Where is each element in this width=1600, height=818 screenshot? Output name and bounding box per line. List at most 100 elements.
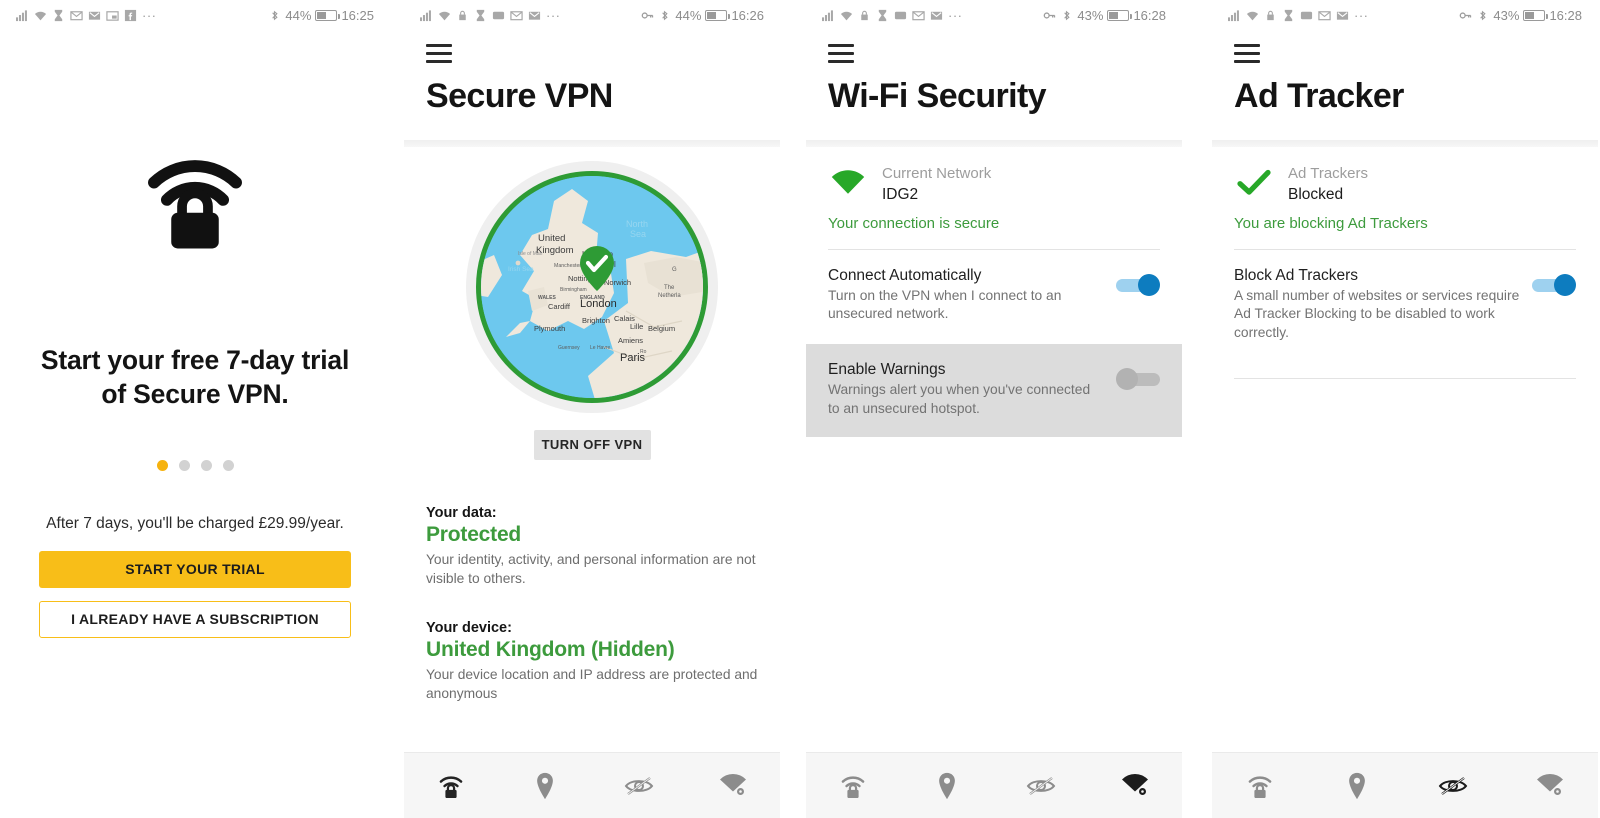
setting-desc: Turn on the VPN when I connect to an uns…: [828, 287, 1062, 322]
turn-off-vpn-button[interactable]: TURN OFF VPN: [533, 429, 651, 460]
svg-text:Netherla: Netherla: [658, 293, 681, 299]
your-device-desc: Your device location and IP address are …: [426, 666, 758, 701]
ad-trackers-label: Ad Trackers: [1288, 164, 1369, 182]
status-bar: ··· 44% 16:26: [404, 0, 780, 30]
mail-icon: [510, 9, 523, 22]
battery-percent: 43%: [1077, 7, 1104, 23]
header-divider: [806, 139, 1182, 147]
svg-text:Sea: Sea: [630, 229, 646, 239]
hourglass-icon: [474, 9, 487, 22]
battery-percent: 44%: [285, 7, 312, 23]
pager-dot-2[interactable]: [178, 459, 190, 471]
wifi-signal-icon: [828, 163, 868, 203]
setting-block-ad-trackers[interactable]: Block Ad Trackers A small number of webs…: [1212, 250, 1598, 361]
nav-location[interactable]: [1309, 772, 1406, 800]
vpn-lock-icon: [858, 9, 871, 22]
svg-text:Brighton: Brighton: [582, 316, 610, 325]
map-graphic: United Kingdom Kingston upon Hull Manche…: [481, 175, 703, 398]
wifi-icon: [1246, 9, 1259, 22]
bluetooth-icon: [1060, 9, 1073, 22]
nav-wifi-settings[interactable]: [686, 773, 780, 799]
setting-connect-automatically[interactable]: Connect Automatically Turn on the VPN wh…: [806, 250, 1182, 343]
nav-location[interactable]: [498, 772, 592, 800]
svg-text:Isle of Man: Isle of Man: [518, 251, 543, 257]
status-bar: ··· 44% 16:25: [0, 0, 390, 30]
svg-text:Guernsey: Guernsey: [558, 345, 580, 351]
bottom-navigation: [1212, 752, 1598, 818]
nav-ad-tracker[interactable]: [994, 774, 1088, 798]
svg-text:Birmingham: Birmingham: [560, 287, 587, 293]
existing-subscription-button[interactable]: I ALREADY HAVE A SUBSCRIPTION: [39, 600, 351, 638]
section-divider-bottom: [1234, 377, 1576, 379]
screen-ad-tracker: ··· 43% 16:28 Ad Tracker Ad Trackers Blo…: [1192, 0, 1600, 818]
nav-ad-tracker[interactable]: [1405, 774, 1502, 798]
screenshot-strip: ··· 44% 16:25 Start your free 7-day tria…: [0, 0, 1600, 818]
gmail-icon: [1336, 9, 1349, 22]
your-data-section: Your data: Protected Your identity, acti…: [404, 505, 780, 588]
check-icon: [1234, 163, 1274, 203]
setting-title: Block Ad Trackers: [1234, 266, 1359, 284]
bottom-navigation: [404, 752, 780, 818]
nav-wifi-settings[interactable]: [1502, 773, 1599, 799]
hamburger-menu-icon[interactable]: [1234, 44, 1260, 63]
wifi-icon: [840, 9, 853, 22]
nav-vpn[interactable]: [1212, 772, 1309, 800]
hamburger-menu-icon[interactable]: [426, 44, 452, 63]
nav-wifi-settings[interactable]: [1088, 773, 1182, 799]
nav-vpn[interactable]: [806, 772, 900, 800]
current-network-label: Current Network: [882, 164, 992, 182]
current-network-value: IDG2: [882, 185, 919, 203]
screen-secure-vpn: ··· 44% 16:26 Secure VPN United Kingdom …: [390, 0, 786, 818]
charge-note: After 7 days, you'll be charged £29.99/y…: [46, 514, 344, 532]
status-bar: ··· 43% 16:28: [806, 0, 1182, 30]
hamburger-menu-icon[interactable]: [828, 44, 854, 63]
bottom-navigation: [806, 752, 1182, 818]
header-divider: [1212, 139, 1598, 147]
svg-text:The: The: [664, 285, 675, 291]
chat-icon: [894, 9, 907, 22]
battery-percent: 43%: [1493, 7, 1520, 23]
svg-text:Amiens: Amiens: [618, 336, 643, 345]
svg-text:Le Havre: Le Havre: [590, 345, 611, 351]
clock: 16:28: [1133, 7, 1166, 23]
block-ad-trackers-toggle[interactable]: [1532, 273, 1576, 296]
battery-icon: [1523, 9, 1548, 21]
svg-text:Plymouth: Plymouth: [534, 324, 565, 333]
your-data-label: Your data:: [426, 504, 497, 521]
enable-warnings-toggle[interactable]: [1116, 368, 1160, 391]
pager-dot-1[interactable]: [156, 459, 168, 471]
start-trial-button[interactable]: START YOUR TRIAL: [39, 550, 351, 588]
svg-text:London: London: [580, 298, 617, 310]
setting-title: Connect Automatically: [828, 266, 982, 284]
page-title: Wi-Fi Security: [828, 76, 1047, 115]
screen-wifi-security: ··· 43% 16:28 Wi-Fi Security Current Net…: [786, 0, 1192, 818]
pager-dot-4[interactable]: [222, 459, 234, 471]
header-divider: [404, 139, 780, 147]
nav-vpn[interactable]: [404, 772, 498, 800]
clock: 16:25: [341, 7, 374, 23]
chat-icon: [1300, 9, 1313, 22]
pager-dot-3[interactable]: [200, 459, 212, 471]
vpn-map[interactable]: United Kingdom Kingston upon Hull Manche…: [404, 160, 780, 413]
setting-enable-warnings[interactable]: Enable Warnings Warnings alert you when …: [806, 344, 1182, 437]
connect-automatically-toggle[interactable]: [1116, 273, 1160, 296]
hourglass-icon: [876, 9, 889, 22]
vpn-key-icon: [641, 9, 654, 22]
page-title: Ad Tracker: [1234, 76, 1404, 115]
setting-desc: A small number of websites or services r…: [1234, 287, 1520, 341]
your-data-desc: Your identity, activity, and personal in…: [426, 551, 756, 586]
pager-dots[interactable]: [26, 459, 364, 471]
nav-location[interactable]: [900, 772, 994, 800]
battery-icon: [1107, 9, 1132, 21]
trial-content: Start your free 7-day trial of Secure VP…: [0, 148, 390, 818]
hourglass-icon: [52, 9, 65, 22]
your-device-section: Your device: United Kingdom (Hidden) You…: [404, 620, 780, 703]
bluetooth-icon: [268, 9, 281, 22]
wifi-lock-icon: [26, 148, 364, 256]
battery-icon: [315, 9, 340, 21]
ad-tracker-status-message: You are blocking Ad Trackers: [1234, 214, 1428, 232]
your-device-label: Your device:: [426, 619, 512, 636]
page-title: Secure VPN: [426, 76, 613, 115]
setting-desc: Warnings alert you when you've connected…: [828, 382, 1091, 416]
nav-ad-tracker[interactable]: [592, 774, 686, 798]
